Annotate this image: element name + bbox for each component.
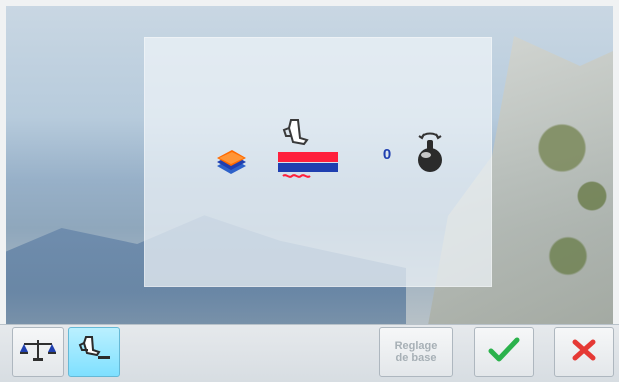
reset-button-label: Reglage de base: [394, 340, 438, 364]
presser-foot-icon: [274, 118, 340, 180]
check-icon: [484, 334, 524, 371]
close-icon: [564, 334, 604, 371]
reset-button[interactable]: Reglage de base: [379, 327, 453, 377]
presser-foot-button[interactable]: [68, 327, 120, 377]
scale-icon: [16, 334, 60, 371]
background-plant: [526, 76, 613, 316]
cancel-button[interactable]: [554, 327, 614, 377]
fabric-stack-icon: [212, 140, 250, 180]
foot-toggle-icon: [72, 334, 116, 371]
confirm-button[interactable]: [474, 327, 534, 377]
pressure-value: 0: [382, 146, 392, 163]
balance-button[interactable]: [12, 327, 64, 377]
knob-icon: [410, 128, 450, 178]
